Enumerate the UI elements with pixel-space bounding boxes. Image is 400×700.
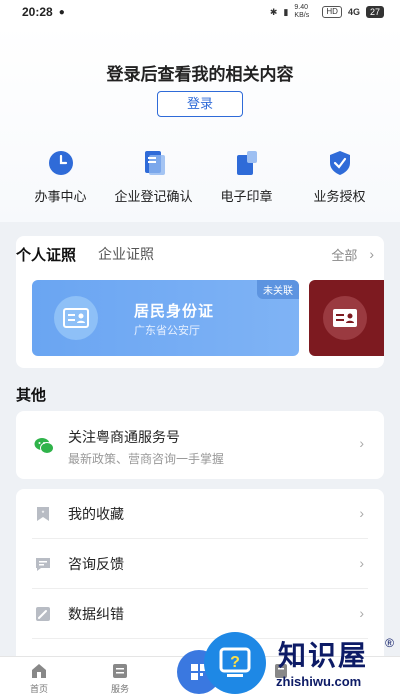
quick-action-label: 企业登记确认	[114, 189, 193, 204]
home-icon	[32, 664, 46, 678]
svg-text:?: ?	[230, 654, 240, 671]
login-button[interactable]: 登录	[157, 91, 243, 117]
signal-indicator: 4G	[347, 7, 360, 17]
id-card-icon	[54, 296, 98, 340]
login-prompt-title: 登录后查看我的相关内容	[106, 65, 294, 84]
quick-action-enterprise-registration[interactable]: 企业登记确认	[109, 148, 199, 205]
nav-service-label: 服务	[110, 684, 129, 694]
notification-icon: ●	[58, 6, 65, 18]
certificate-tabs: 个人证照 企业证照 全部 ›	[16, 242, 384, 266]
vibrate-icon: ▮	[283, 6, 289, 17]
status-bar: 20:28 ● ✱ ▮ 9.40 KB/s HD 4G 27	[0, 0, 400, 24]
quick-action-e-seal[interactable]: 电子印章	[202, 148, 292, 205]
chevron-right-icon[interactable]: ›	[369, 246, 374, 262]
id-card-issuer: 广东省公安厅	[134, 325, 200, 337]
tab-enterprise-certificates[interactable]: 企业证照	[98, 244, 154, 264]
certificates-card: 个人证照 企业证照 全部 › 未关联 居民身份证 广东省公安厅	[16, 236, 384, 368]
quick-actions: 办事中心 企业登记确认 电子印章 业务授权	[0, 148, 400, 205]
login-header: 登录后查看我的相关内容 登录 办事中心 企业登记确认 电子印章 业务授权	[0, 24, 400, 222]
hd-badge: HD	[322, 6, 342, 18]
nav-home[interactable]: 首页	[14, 663, 64, 695]
quick-action-label: 办事中心	[34, 189, 87, 204]
network-speed: 9.40 KB/s	[294, 4, 310, 19]
help-icon: ?	[204, 632, 266, 694]
unlinked-badge: 未关联	[257, 280, 299, 299]
nav-service[interactable]: 服务	[95, 663, 145, 695]
chevron-right-icon: ›	[359, 505, 364, 521]
list-item-label: 数据纠错	[68, 606, 124, 622]
service-icon	[113, 664, 127, 678]
quick-action-business-authorization[interactable]: 业务授权	[295, 148, 385, 205]
edit-icon	[36, 607, 50, 621]
watermark-url: zhishiwu.com	[276, 674, 362, 689]
watermark-logo: ? 知识屋 ® zhishiwu.com	[200, 628, 400, 700]
quick-action-label: 电子印章	[220, 189, 273, 204]
battery-indicator: 27	[365, 6, 384, 18]
view-all-link[interactable]: 全部	[331, 245, 357, 264]
list-item-feedback[interactable]: 咨询反馈 ›	[16, 539, 384, 589]
resident-id-card[interactable]: 未关联 居民身份证 广东省公安厅	[32, 280, 299, 356]
chevron-right-icon: ›	[359, 605, 364, 621]
list-item-favorites[interactable]: 我的收藏 ›	[16, 489, 384, 539]
status-indicators: ✱ ▮ 9.40 KB/s HD 4G 27	[270, 4, 384, 20]
other-section-title: 其他	[16, 387, 47, 404]
list-item-label: 我的收藏	[68, 506, 124, 522]
wechat-icon	[34, 438, 54, 454]
shield-check-icon	[325, 148, 355, 178]
nav-home-label: 首页	[29, 684, 48, 694]
quick-action-label: 业务授权	[313, 189, 366, 204]
status-time: 20:28	[22, 5, 53, 19]
follow-service-account-row[interactable]: 关注粤商通服务号 最新政策、营商咨询一手掌握 ›	[16, 411, 384, 479]
chevron-right-icon: ›	[359, 555, 364, 571]
follow-subtitle: 最新政策、营商咨询一手掌握	[68, 452, 225, 466]
bookmark-icon	[37, 507, 49, 521]
second-certificate-card[interactable]	[309, 280, 384, 356]
chevron-right-icon: ›	[359, 435, 364, 451]
quick-action-service-center[interactable]: 办事中心	[16, 148, 106, 205]
list-item-label: 咨询反馈	[68, 556, 124, 572]
id-card-title: 居民身份证	[134, 303, 215, 320]
registered-mark: ®	[385, 636, 394, 650]
bluetooth-icon: ✱	[269, 6, 278, 17]
watermark-text: 知识屋	[278, 640, 369, 671]
follow-title: 关注粤商通服务号	[68, 429, 180, 445]
chat-icon	[36, 558, 50, 571]
license-icon	[323, 296, 367, 340]
clock-icon	[46, 148, 76, 178]
seal-icon	[232, 148, 262, 178]
tab-personal-certificates[interactable]: 个人证照	[16, 244, 76, 265]
document-icon	[139, 148, 169, 178]
